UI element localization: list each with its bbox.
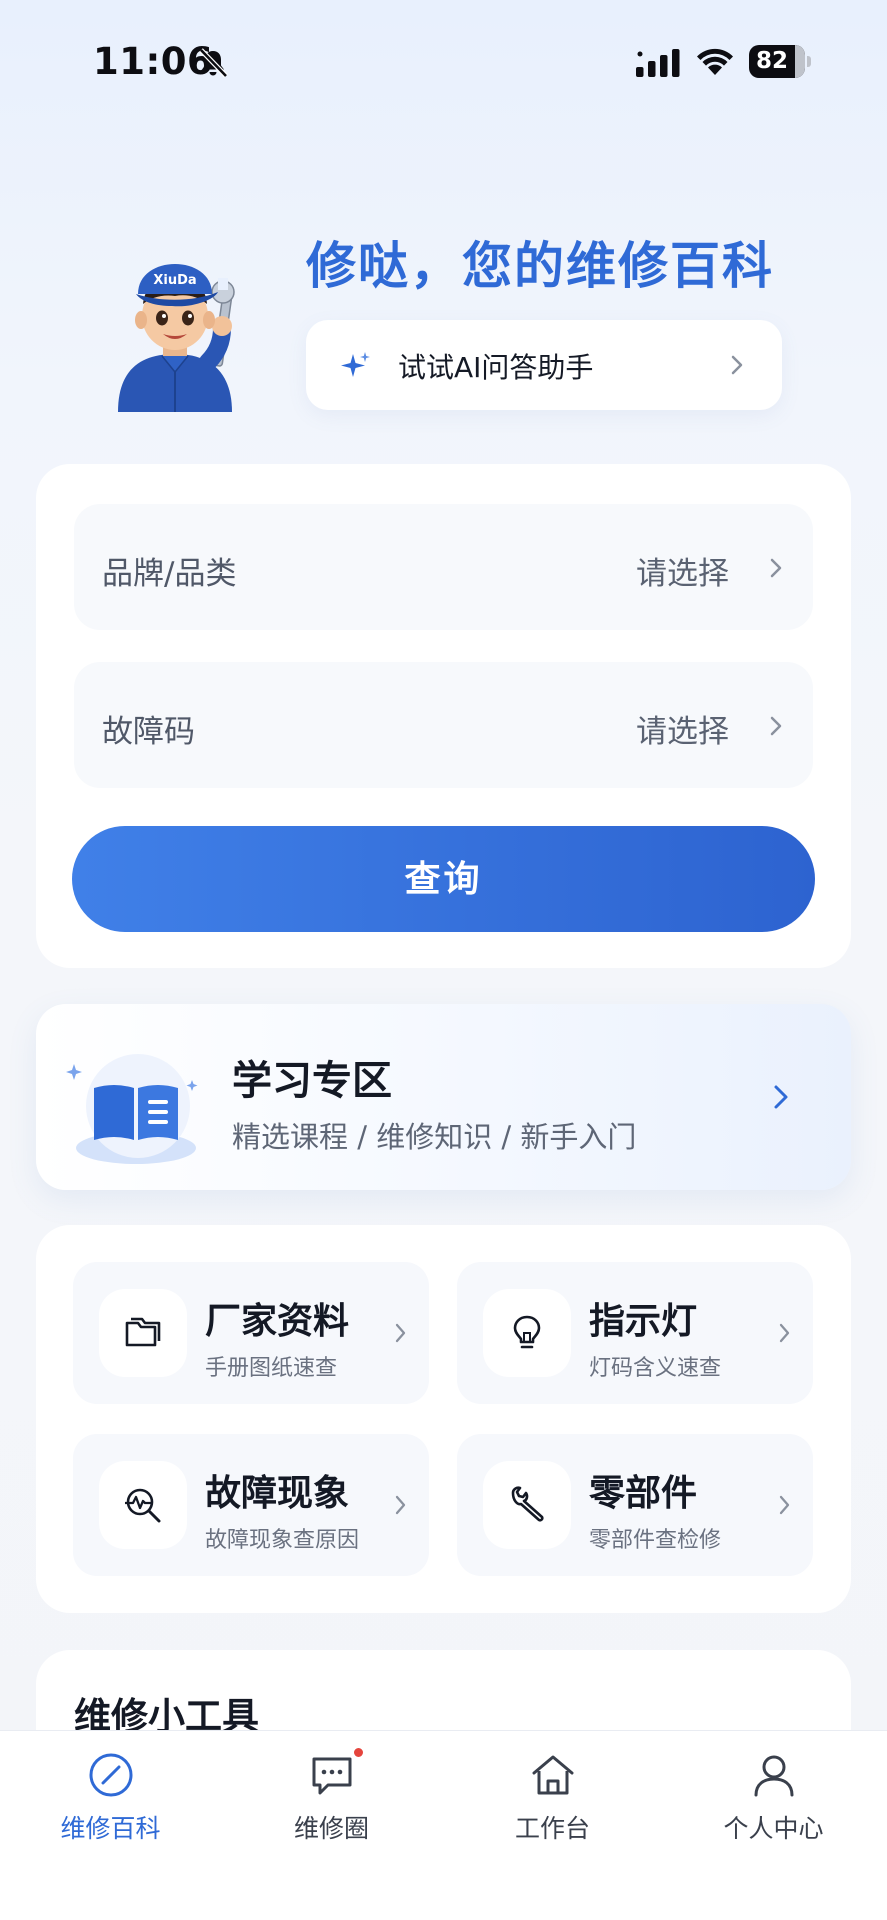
tab-label: 个人中心: [723, 1814, 824, 1843]
feature-grid: 厂家资料 手册图纸速查 指示灯 灯码含义速查 故障现象 故障现象查原因 零部件 …: [36, 1225, 851, 1613]
tab-label: 工作台: [514, 1814, 590, 1843]
feature-fault-symptom[interactable]: 故障现象 故障现象查原因: [73, 1434, 429, 1576]
home-icon: [532, 1755, 574, 1795]
tab-label: 维修百科: [60, 1814, 161, 1843]
hero-title: 修哒，您的维修百科: [306, 237, 774, 295]
fault-code-value: 请选择: [636, 714, 729, 750]
learning-zone-card[interactable]: 学习专区 精选课程 / 维修知识 / 新手入门: [36, 1004, 851, 1190]
chevron-right-icon: [731, 355, 743, 375]
feature-desc: 手册图纸速查: [205, 1356, 338, 1381]
tab-workbench[interactable]: 工作台: [442, 1731, 663, 1861]
feature-parts[interactable]: 零部件 零部件查检修: [457, 1434, 813, 1576]
brand-category-select[interactable]: 品牌/品类 请选择: [74, 504, 813, 630]
wrench-icon: [511, 1486, 544, 1522]
ai-assistant-entry[interactable]: 试试AI问答助手: [306, 320, 782, 410]
fault-code-label: 故障码: [102, 714, 195, 750]
folder-icon: [125, 1317, 161, 1347]
status-bar: 11:06 82: [0, 0, 887, 110]
compass-icon: [89, 1753, 133, 1797]
query-card: 品牌/品类 请选择 故障码 请选择 查询: [36, 464, 851, 968]
feature-manufacturer-docs[interactable]: 厂家资料 手册图纸速查: [73, 1262, 429, 1404]
tab-repair-wiki[interactable]: 维修百科: [0, 1731, 221, 1861]
notification-badge: [352, 1746, 365, 1759]
fault-code-select[interactable]: 故障码 请选择: [74, 662, 813, 788]
chat-icon: [312, 1757, 352, 1795]
lightbulb-icon: [513, 1315, 541, 1349]
feature-title: 零部件: [589, 1473, 698, 1514]
chevron-right-icon: [779, 1495, 790, 1515]
book-icon: [66, 1054, 198, 1164]
chevron-right-icon: [774, 1085, 788, 1109]
feature-title: 厂家资料: [205, 1301, 350, 1342]
ai-assistant-label: 试试AI问答助手: [398, 351, 594, 384]
tab-profile[interactable]: 个人中心: [663, 1731, 884, 1861]
cellular-signal-icon: [636, 49, 680, 77]
feature-desc: 故障现象查原因: [205, 1528, 360, 1553]
tab-repair-circle[interactable]: 维修圈: [221, 1731, 442, 1861]
chevron-right-icon: [770, 558, 782, 578]
chevron-right-icon: [395, 1323, 406, 1343]
mascot-illustration: XiuDa: [118, 264, 235, 412]
chevron-right-icon: [395, 1495, 406, 1515]
wifi-icon: [697, 48, 733, 75]
battery-indicator: 82: [749, 45, 811, 78]
bottom-tab-bar: 维修百科 维修圈 工作台 个人中心: [0, 1730, 887, 1920]
sparkle-icon: [341, 352, 370, 377]
brand-category-label: 品牌/品类: [102, 556, 237, 592]
battery-level: 82: [755, 48, 788, 74]
tab-label: 维修圈: [293, 1814, 369, 1843]
chevron-right-icon: [779, 1323, 790, 1343]
bell-muted-icon: [199, 48, 228, 78]
feature-indicator-light[interactable]: 指示灯 灯码含义速查: [457, 1262, 813, 1404]
user-icon: [754, 1755, 794, 1797]
chevron-right-icon: [770, 716, 782, 736]
learning-zone-subtitle: 精选课程 / 维修知识 / 新手入门: [232, 1120, 637, 1154]
feature-desc: 灯码含义速查: [589, 1356, 722, 1381]
feature-title: 指示灯: [589, 1301, 698, 1342]
learning-zone-title: 学习专区: [232, 1058, 392, 1104]
diagnose-search-icon: [125, 1488, 161, 1523]
feature-desc: 零部件查检修: [589, 1528, 722, 1553]
query-button[interactable]: 查询: [72, 826, 815, 932]
brand-category-value: 请选择: [636, 556, 729, 592]
mascot-cap-text: XiuDa: [153, 273, 196, 288]
feature-title: 故障现象: [205, 1473, 350, 1514]
